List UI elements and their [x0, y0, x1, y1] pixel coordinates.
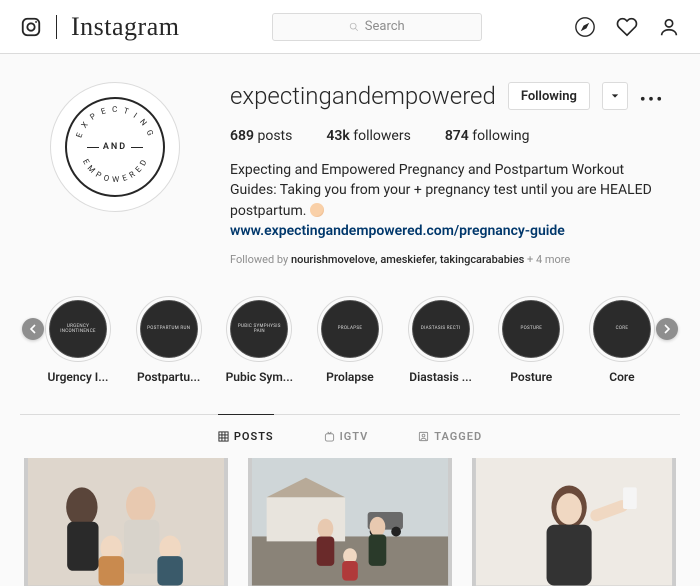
highlights-section: Urgency IncontinenceUrgency I... Postpar… — [20, 290, 680, 414]
profile-header: E X P E C T I N G E M P O W E R E D AND … — [20, 82, 680, 290]
highlight-item[interactable]: Postpartum RunPostpartu... — [131, 300, 207, 384]
profile-tabs: Posts IGTV Tagged — [20, 414, 680, 458]
post-thumbnail[interactable] — [248, 458, 452, 586]
chevron-right-icon — [662, 324, 672, 334]
igtv-icon — [324, 431, 335, 442]
explore-icon[interactable] — [574, 16, 596, 38]
svg-text:E X P E C T I N G: E X P E C T I N G — [74, 105, 155, 139]
ellipsis-icon — [640, 96, 662, 102]
divider — [56, 15, 57, 39]
highlight-label: Core — [609, 370, 634, 384]
posts-stat: 689 posts — [230, 128, 292, 144]
avatar-center-text: AND — [103, 142, 127, 152]
top-left: Instagram — [20, 12, 179, 42]
instagram-glyph-icon[interactable] — [20, 16, 42, 38]
avatar[interactable]: E X P E C T I N G E M P O W E R E D AND — [50, 82, 180, 212]
followed-by: Followed by nourishmovelove, ameskiefer,… — [230, 253, 670, 266]
instagram-logo[interactable]: Instagram — [71, 12, 179, 42]
search-input[interactable]: Search — [272, 13, 482, 41]
profile-info: expectingandempowered Following 689 post… — [230, 82, 670, 266]
followed-by-names[interactable]: nourishmovelove, ameskiefer, takingcarab… — [291, 253, 524, 266]
highlight-item[interactable]: Pubic Symphysis PainPubic Sym... — [221, 300, 297, 384]
following-stat[interactable]: 874 following — [445, 128, 530, 144]
tab-tagged[interactable]: Tagged — [418, 414, 482, 458]
profile-icon[interactable] — [658, 16, 680, 38]
followers-stat[interactable]: 43k followers — [326, 128, 410, 144]
highlight-label: Posture — [510, 370, 552, 384]
search-icon — [349, 22, 359, 32]
search-placeholder: Search — [365, 19, 405, 34]
more-options-button[interactable] — [640, 87, 662, 106]
highlight-item[interactable]: Urgency IncontinenceUrgency I... — [40, 300, 116, 384]
tab-igtv[interactable]: IGTV — [324, 414, 369, 458]
suggested-dropdown-button[interactable] — [602, 82, 628, 110]
highlight-item[interactable]: CoreCore — [584, 300, 660, 384]
highlight-item[interactable]: ProlapseProlapse — [312, 300, 388, 384]
highlight-label: Postpartu... — [137, 370, 200, 384]
highlight-item[interactable]: Diastasis RectiDiastasis ... — [403, 300, 479, 384]
profile-bio: Expecting and Empowered Pregnancy and Po… — [230, 160, 670, 241]
grid-icon — [218, 431, 229, 442]
highlight-label: Urgency I... — [48, 370, 109, 384]
profile-content: E X P E C T I N G E M P O W E R E D AND … — [20, 54, 680, 586]
tab-posts[interactable]: Posts — [218, 414, 274, 458]
bio-link[interactable]: www.expectingandempowered.com/pregnancy-… — [230, 223, 565, 239]
highlight-item[interactable]: PosturePosture — [493, 300, 569, 384]
bio-text: Expecting and Empowered Pregnancy and Po… — [230, 162, 652, 219]
chevron-left-icon — [28, 324, 38, 334]
heart-icon[interactable] — [616, 16, 638, 38]
following-button[interactable]: Following — [508, 82, 590, 110]
top-right — [574, 16, 680, 38]
post-thumbnail[interactable] — [472, 458, 676, 586]
post-thumbnail[interactable] — [24, 458, 228, 586]
caret-down-icon — [611, 92, 619, 100]
highlight-label: Pubic Sym... — [226, 370, 293, 384]
avatar-container: E X P E C T I N G E M P O W E R E D AND — [30, 82, 200, 266]
profile-stats: 689 posts 43k followers 874 following — [230, 128, 670, 144]
highlight-label: Diastasis ... — [409, 370, 472, 384]
profile-title-row: expectingandempowered Following — [230, 82, 670, 110]
highlights-row: Urgency IncontinenceUrgency I... Postpar… — [20, 300, 680, 384]
username: expectingandempowered — [230, 82, 496, 110]
top-nav: Instagram Search — [0, 0, 700, 54]
tagged-icon — [418, 431, 429, 442]
posts-grid — [20, 458, 680, 586]
highlight-label: Prolapse — [326, 370, 374, 384]
baby-emoji-icon — [310, 203, 324, 217]
svg-text:E M P O W E R E D: E M P O W E R E D — [81, 158, 149, 185]
